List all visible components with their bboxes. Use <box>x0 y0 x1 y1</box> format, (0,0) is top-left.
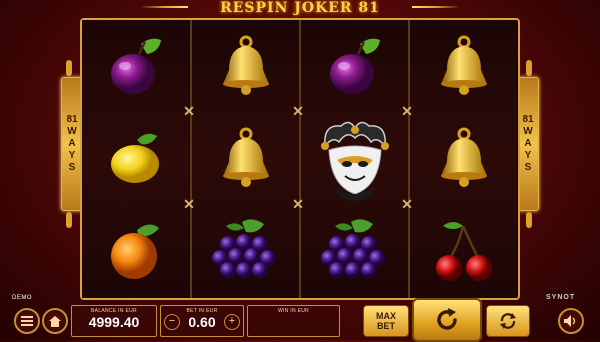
grapes-icon <box>320 219 385 278</box>
bell-symbol <box>192 113 299 205</box>
ways-marker-icon: ✕ <box>183 103 195 119</box>
ways-letter: S <box>68 162 76 173</box>
menu-icon <box>21 316 33 326</box>
home-icon <box>49 315 61 327</box>
max-bet-label: MAX <box>376 311 396 321</box>
bet-panel: BET IN EUR − 0.60 + <box>160 305 244 337</box>
home-button[interactable] <box>42 308 68 334</box>
title-ornament-left <box>140 6 188 8</box>
bell-symbol <box>192 21 299 113</box>
ways-marker-icon: ✕ <box>401 196 413 212</box>
demo-label: DEMO <box>12 295 32 301</box>
lemon-symbol <box>82 113 189 205</box>
ornament <box>66 212 72 228</box>
max-bet-button[interactable]: MAX BET <box>363 305 409 337</box>
bell-icon <box>440 35 487 95</box>
bell-symbol <box>410 113 517 205</box>
bell-icon <box>440 127 487 187</box>
ways-number: 81 <box>66 114 78 125</box>
ways-marker-icon: ✕ <box>401 103 413 119</box>
menu-button[interactable] <box>14 308 40 334</box>
autoplay-button[interactable] <box>486 305 530 337</box>
sound-button[interactable] <box>558 308 584 334</box>
title-ornament-right <box>412 6 460 8</box>
grapes-symbol <box>192 205 299 297</box>
bell-symbol <box>410 21 517 113</box>
ways-panel-right: 81 W A Y S <box>517 77 539 211</box>
balance-value: 4999.40 <box>88 314 140 330</box>
bet-decrease-button[interactable]: − <box>164 314 180 330</box>
ways-letter: W <box>523 126 533 137</box>
autoplay-icon <box>500 313 516 329</box>
win-panel: WIN IN EUR <box>247 305 340 337</box>
max-bet-label: BET <box>377 321 395 331</box>
ways-letter: Y <box>68 150 76 161</box>
plum-icon <box>110 38 161 94</box>
ways-number: 81 <box>522 114 534 125</box>
provider-logo: SYNOT <box>546 294 576 301</box>
ways-marker-icon: ✕ <box>292 196 304 212</box>
ornament <box>66 60 72 76</box>
bet-value: 0.60 <box>188 314 216 330</box>
ways-marker-icon: ✕ <box>292 103 304 119</box>
bet-increase-button[interactable]: + <box>224 314 240 330</box>
ways-letter: A <box>524 138 532 149</box>
ways-marker-icon: ✕ <box>183 196 195 212</box>
ornament <box>526 212 532 228</box>
grapes-symbol <box>301 205 408 297</box>
ways-letter: Y <box>524 150 532 161</box>
joker-icon <box>320 121 389 201</box>
plum-symbol <box>82 21 189 113</box>
grapes-icon <box>211 219 276 278</box>
cherries-icon <box>435 222 492 281</box>
reel-board <box>80 18 520 300</box>
balance-panel: BALANCE IN EUR 4999.40 <box>71 305 157 337</box>
plum-symbol <box>301 21 408 113</box>
bell-icon <box>222 127 269 187</box>
spin-button[interactable] <box>412 298 482 342</box>
cherries-symbol <box>410 205 517 297</box>
ways-letter: W <box>67 126 77 137</box>
joker-symbol <box>301 113 408 205</box>
lemon-icon <box>110 133 159 183</box>
plum-icon <box>329 38 380 94</box>
game-title: RESPIN JOKER 81 <box>220 0 380 16</box>
spin-icon <box>437 308 457 330</box>
orange-symbol <box>82 205 189 297</box>
ornament <box>526 60 532 76</box>
win-label: WIN IN EUR <box>277 308 310 314</box>
speaker-icon <box>564 315 576 327</box>
bell-icon <box>222 35 269 95</box>
orange-icon <box>110 224 159 279</box>
ways-letter: S <box>524 162 532 173</box>
ways-letter: A <box>68 138 76 149</box>
